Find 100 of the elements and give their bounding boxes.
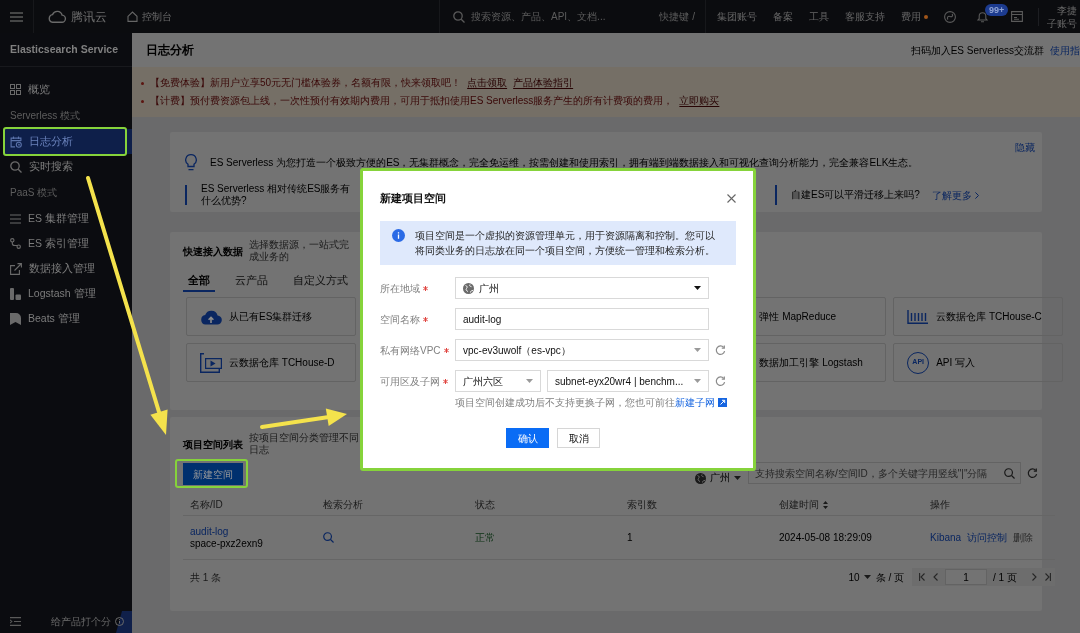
section-subtitle: 按项目空间分类管理不同日志 — [249, 432, 360, 456]
source-label: 弹性 MapReduce — [759, 310, 837, 324]
top-nav-link[interactable]: 集团账号 — [717, 11, 757, 22]
search-field[interactable]: 支持搜索空间名称/空间ID，多个关键字用竖线"|"分隔 — [748, 462, 1021, 484]
search-icon[interactable] — [323, 532, 334, 543]
feedback-link[interactable]: 给产品打个分 — [51, 613, 111, 629]
notice-link[interactable]: 点击领取 — [467, 77, 508, 89]
source-card[interactable]: 从已有ES集群迁移 — [186, 297, 356, 336]
refresh-icon[interactable] — [1027, 467, 1038, 479]
intro-headline: ES Serverless 为您打造一个极致方便的ES，无集群概念，完全免运维，按需创建和使用索引，拥有端到端数据接入和可视化查询分析能力，完全兼容ELK生态。 — [210, 155, 919, 170]
blocks-icon — [10, 287, 21, 300]
confirm-button[interactable]: 确认 — [506, 428, 549, 448]
info-icon[interactable] — [115, 616, 124, 626]
column-header: 检索分析 — [323, 498, 363, 512]
source-label: 从已有ES集群迁移 — [229, 310, 313, 324]
name-input[interactable]: audit-log — [455, 308, 709, 330]
column-header: 状态 — [475, 498, 495, 512]
zone-select[interactable]: 广州六区 — [455, 370, 541, 392]
search-field[interactable]: 搜索资源、产品、API、文档... — [471, 6, 654, 27]
faq-link[interactable]: 自建ES可以平滑迁移上来吗? — [791, 189, 920, 201]
close-icon[interactable] — [727, 193, 736, 203]
learn-more-link[interactable]: 了解更多 — [931, 187, 979, 203]
column-header: 索引数 — [627, 498, 657, 512]
top-nav-link[interactable]: 备案 — [773, 11, 793, 22]
field-label: 私有网络VPC — [380, 343, 441, 358]
create-space-button[interactable]: 新建空间 — [183, 463, 243, 486]
section-label: PaaS 模式 — [10, 186, 59, 200]
collapse-icon[interactable] — [10, 616, 21, 626]
service-title: Elasticsearch Service — [10, 41, 118, 57]
sidebar-item[interactable]: 实时搜索 — [4, 154, 132, 179]
bar-lines-icon — [907, 309, 930, 324]
bullet-icon — [141, 99, 144, 103]
swirl-icon[interactable] — [944, 10, 956, 23]
next-page-icon[interactable] — [1031, 573, 1037, 581]
first-page-icon[interactable] — [919, 573, 925, 581]
cancel-button[interactable]: 取消 — [557, 428, 600, 448]
source-card[interactable]: 云数据仓库 TCHouse-D — [186, 343, 356, 382]
top-nav-link[interactable]: 工具 — [809, 11, 829, 22]
logo-text[interactable]: 腾讯云 — [71, 7, 107, 26]
faq-link[interactable]: ES Serverless 相对传统ES服务有什么优势? — [201, 183, 353, 207]
section-title: 快速接入数据 — [183, 244, 243, 259]
calendar-icon — [10, 135, 22, 148]
source-label: 数据加工引擎 Logstash — [759, 356, 863, 370]
tab[interactable]: 云产品 — [230, 270, 273, 292]
column-header: 操作 — [930, 498, 950, 512]
field-label: 空间名称 — [380, 312, 420, 327]
sidebar-item[interactable]: Beats 管理 — [4, 306, 132, 331]
sidebar-item[interactable]: ES 索引管理 — [4, 231, 132, 256]
notice-link[interactable]: 立即购买 — [679, 95, 720, 107]
search-icon — [453, 10, 465, 23]
region-select[interactable]: 广州 — [695, 472, 741, 484]
top-nav-link[interactable]: 费用 — [901, 11, 921, 22]
tab[interactable]: 全部 — [183, 270, 215, 292]
page-size-label: 条 / 页 — [875, 570, 904, 585]
caret-down-icon — [694, 348, 701, 352]
field-label: 可用区及子网 — [380, 374, 440, 389]
home-icon[interactable] — [127, 11, 138, 22]
sidebar-item[interactable]: 数据接入管理 — [4, 256, 132, 281]
accent-bar — [185, 185, 187, 205]
source-label: 云数据仓库 TCHouse-D — [229, 356, 335, 370]
search-icon — [10, 160, 22, 173]
top-nav-link[interactable]: 客服支持 — [845, 11, 885, 22]
console-link[interactable]: 控制台 — [142, 9, 172, 24]
subnet-select[interactable]: subnet-eyx20wr4 | benchm... — [547, 370, 709, 392]
create-subnet-link[interactable]: 新建子网 — [675, 394, 727, 410]
source-card[interactable]: 云数据仓库 TCHouse-C — [893, 297, 1063, 336]
notice-link[interactable]: 产品体验指引 — [513, 77, 574, 89]
cloud-logo-icon[interactable] — [47, 10, 67, 23]
card-icon[interactable] — [1011, 11, 1023, 22]
hide-link[interactable]: 隐藏 — [1015, 143, 1035, 153]
caret-down-icon — [694, 379, 701, 383]
caret-down-icon — [694, 286, 701, 290]
action-link[interactable]: 访问控制 — [967, 530, 1008, 545]
sidebar-item[interactable]: 概览 — [4, 77, 132, 102]
refresh-icon[interactable] — [715, 375, 726, 387]
sidebar-item[interactable]: 日志分析 — [4, 129, 132, 154]
space-id: space-pxz2exn9 — [190, 537, 264, 550]
column-header[interactable]: 创建时间 — [779, 497, 828, 512]
sidebar-item[interactable]: Logstash 管理 — [4, 281, 132, 306]
prev-page-icon[interactable] — [933, 573, 939, 581]
action-link[interactable]: Kibana — [930, 530, 962, 545]
page-input[interactable]: 1 — [945, 569, 987, 585]
page-size-select[interactable]: 10 — [848, 569, 871, 585]
bell-icon[interactable] — [977, 10, 988, 23]
search-icon[interactable] — [1004, 467, 1015, 479]
guide-link[interactable]: 使用指 — [1050, 42, 1080, 58]
lightbulb-icon — [185, 153, 197, 171]
refresh-icon[interactable] — [715, 344, 726, 356]
space-name-link[interactable]: audit-log — [190, 525, 316, 538]
sidebar-item[interactable]: ES 集群管理 — [4, 206, 132, 231]
vpc-select[interactable]: vpc-ev3uwolf（es-vpc） — [455, 339, 709, 361]
menu-icon[interactable] — [10, 11, 23, 22]
page-title: 日志分析 — [146, 42, 194, 59]
tab[interactable]: 自定义方式 — [288, 270, 353, 292]
account-name[interactable]: 李捷 — [1057, 3, 1077, 17]
last-page-icon[interactable] — [1045, 573, 1051, 581]
region-select[interactable]: 广州 — [455, 277, 709, 299]
notification-badge: 99+ — [985, 3, 1009, 16]
chevron-right-icon — [974, 191, 979, 199]
dialog-title: 新建项目空间 — [380, 190, 446, 206]
